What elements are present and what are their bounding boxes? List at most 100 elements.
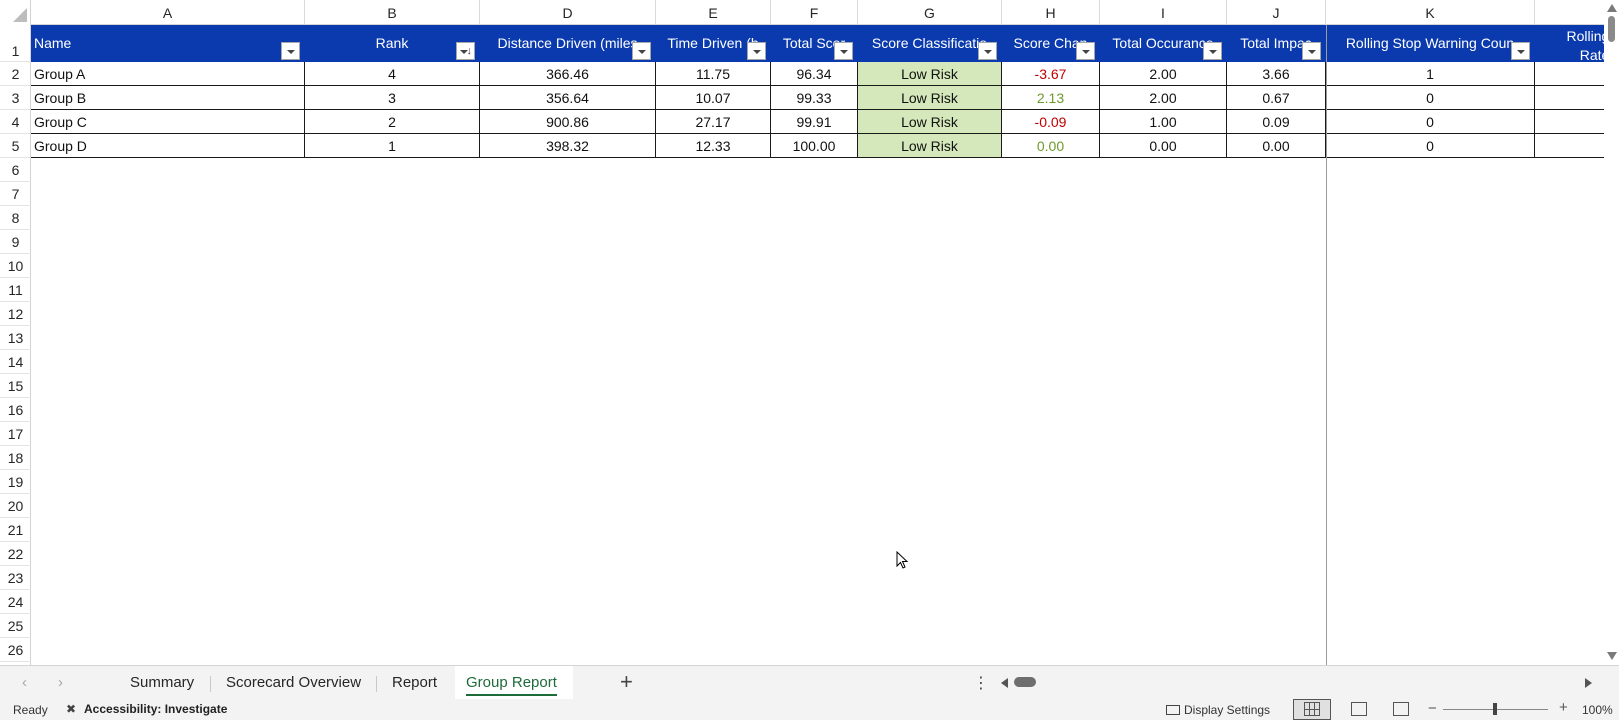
row-header[interactable]: 25: [0, 614, 31, 638]
filter-dropdown-icon[interactable]: [1076, 42, 1095, 60]
sheet-tab-scorecard-overview[interactable]: Scorecard Overview: [226, 672, 361, 696]
table-cell[interactable]: 3.66: [1227, 62, 1326, 86]
table-header-cell[interactable]: Score Classificatio: [858, 25, 1002, 62]
table-cell[interactable]: 366.46: [480, 62, 656, 86]
horizontal-scroll-thumb[interactable]: [1014, 677, 1036, 687]
vertical-scroll-thumb[interactable]: [1608, 16, 1615, 42]
row-header[interactable]: 20: [0, 494, 31, 518]
table-cell[interactable]: 356.64: [480, 86, 656, 110]
sheet-tab-report[interactable]: Report: [392, 672, 437, 696]
vertical-scrollbar[interactable]: [1604, 0, 1619, 665]
table-header-cell[interactable]: Total Scor: [771, 25, 858, 62]
row-header[interactable]: 4: [0, 110, 31, 134]
normal-view-icon[interactable]: [1304, 702, 1320, 716]
table-cell[interactable]: 0.00: [1002, 134, 1100, 158]
table-header-cell[interactable]: Rank: [305, 25, 480, 62]
table-cell[interactable]: 0: [1326, 110, 1535, 134]
table-cell[interactable]: 4: [305, 62, 480, 86]
scroll-left-icon[interactable]: [1001, 678, 1008, 688]
row-header[interactable]: 1: [0, 25, 31, 62]
row-header[interactable]: 16: [0, 398, 31, 422]
table-cell[interactable]: 0.67: [1227, 86, 1326, 110]
table-cell[interactable]: -3.67: [1002, 62, 1100, 86]
column-header[interactable]: K: [1326, 0, 1535, 25]
column-header[interactable]: G: [858, 0, 1002, 25]
add-sheet-button[interactable]: +: [620, 670, 633, 694]
table-cell[interactable]: 0: [1535, 62, 1604, 86]
table-cell[interactable]: [1535, 134, 1604, 158]
table-cell[interactable]: 3: [305, 86, 480, 110]
zoom-out-icon[interactable]: −: [1428, 700, 1437, 717]
table-cell[interactable]: Low Risk: [858, 134, 1002, 158]
table-cell[interactable]: 398.32: [480, 134, 656, 158]
row-header[interactable]: 17: [0, 422, 31, 446]
table-cell[interactable]: Low Risk: [858, 62, 1002, 86]
row-header[interactable]: 12: [0, 302, 31, 326]
sheet-tab-summary[interactable]: Summary: [130, 672, 194, 696]
accessibility-status[interactable]: ✖ Accessibility: Investigate: [66, 702, 227, 716]
display-settings-button[interactable]: Display Settings: [1166, 703, 1270, 717]
row-header[interactable]: 2: [0, 62, 31, 86]
spreadsheet-grid[interactable]: ABDEFGHIJK 1 2 3 4 5 6 7 8 9 10 11 12 13 14 15 16 17 18 19…: [0, 0, 1604, 665]
row-header[interactable]: 23: [0, 566, 31, 590]
zoom-slider-thumb[interactable]: [1493, 703, 1497, 715]
page-break-icon[interactable]: [1393, 702, 1409, 716]
column-header[interactable]: D: [480, 0, 656, 25]
column-header[interactable]: F: [771, 0, 858, 25]
row-header[interactable]: 3: [0, 86, 31, 110]
filter-dropdown-icon[interactable]: [1203, 42, 1222, 60]
table-header-cell[interactable]: Total Occurance: [1100, 25, 1227, 62]
filter-dropdown-icon[interactable]: [632, 42, 651, 60]
table-cell[interactable]: -0.09: [1002, 110, 1100, 134]
table-cell[interactable]: 0.09: [1227, 110, 1326, 134]
filter-dropdown-icon[interactable]: [281, 42, 300, 60]
table-header-cell[interactable]: Distance Driven (miles: [480, 25, 656, 62]
filter-dropdown-icon[interactable]: [1302, 42, 1321, 60]
row-header[interactable]: 19: [0, 470, 31, 494]
column-header[interactable]: I: [1100, 0, 1227, 25]
table-cell[interactable]: 10.07: [656, 86, 771, 110]
row-header[interactable]: 24: [0, 590, 31, 614]
row-header[interactable]: 14: [0, 350, 31, 374]
filter-dropdown-icon[interactable]: [834, 42, 853, 60]
table-header-cell[interactable]: Total Impac: [1227, 25, 1326, 62]
table-header-cell[interactable]: Name: [31, 25, 305, 62]
filter-dropdown-icon[interactable]: [747, 42, 766, 60]
column-header[interactable]: A: [31, 0, 305, 25]
table-cell[interactable]: 0.00: [1227, 134, 1326, 158]
column-header[interactable]: J: [1227, 0, 1326, 25]
table-cell[interactable]: Group B: [31, 86, 305, 110]
column-header[interactable]: H: [1002, 0, 1100, 25]
table-cell[interactable]: 27.17: [656, 110, 771, 134]
row-header[interactable]: 13: [0, 326, 31, 350]
filter-dropdown-icon[interactable]: [1511, 42, 1530, 60]
table-cell[interactable]: 99.91: [771, 110, 858, 134]
table-cell[interactable]: 2.00: [1100, 62, 1227, 86]
cell-area[interactable]: Name Rank Distance Driven (miles Time Drive…: [31, 25, 1604, 665]
scroll-right-icon[interactable]: [1585, 678, 1592, 688]
table-cell[interactable]: Low Risk: [858, 86, 1002, 110]
table-cell[interactable]: 1.00: [1100, 110, 1227, 134]
nav-next-icon[interactable]: ›: [58, 674, 63, 691]
row-header[interactable]: 8: [0, 206, 31, 230]
table-cell[interactable]: 2: [305, 110, 480, 134]
table-cell[interactable]: 1: [305, 134, 480, 158]
table-cell[interactable]: Group A: [31, 62, 305, 86]
row-header[interactable]: 5: [0, 134, 31, 158]
zoom-in-icon[interactable]: +: [1559, 699, 1568, 716]
table-cell[interactable]: 11.75: [656, 62, 771, 86]
table-cell[interactable]: 0.00: [1100, 134, 1227, 158]
table-cell[interactable]: 99.33: [771, 86, 858, 110]
row-header[interactable]: 11: [0, 278, 31, 302]
table-cell[interactable]: [1535, 86, 1604, 110]
row-header[interactable]: 7: [0, 182, 31, 206]
table-cell[interactable]: 0: [1326, 86, 1535, 110]
table-cell[interactable]: Group C: [31, 110, 305, 134]
row-header[interactable]: 21: [0, 518, 31, 542]
table-cell[interactable]: [1535, 110, 1604, 134]
table-cell[interactable]: 2.13: [1002, 86, 1100, 110]
table-header-cell[interactable]: Score Chan: [1002, 25, 1100, 62]
column-header[interactable]: E: [656, 0, 771, 25]
row-header[interactable]: 26: [0, 638, 31, 662]
table-header-cell[interactable]: Time Driven (h: [656, 25, 771, 62]
